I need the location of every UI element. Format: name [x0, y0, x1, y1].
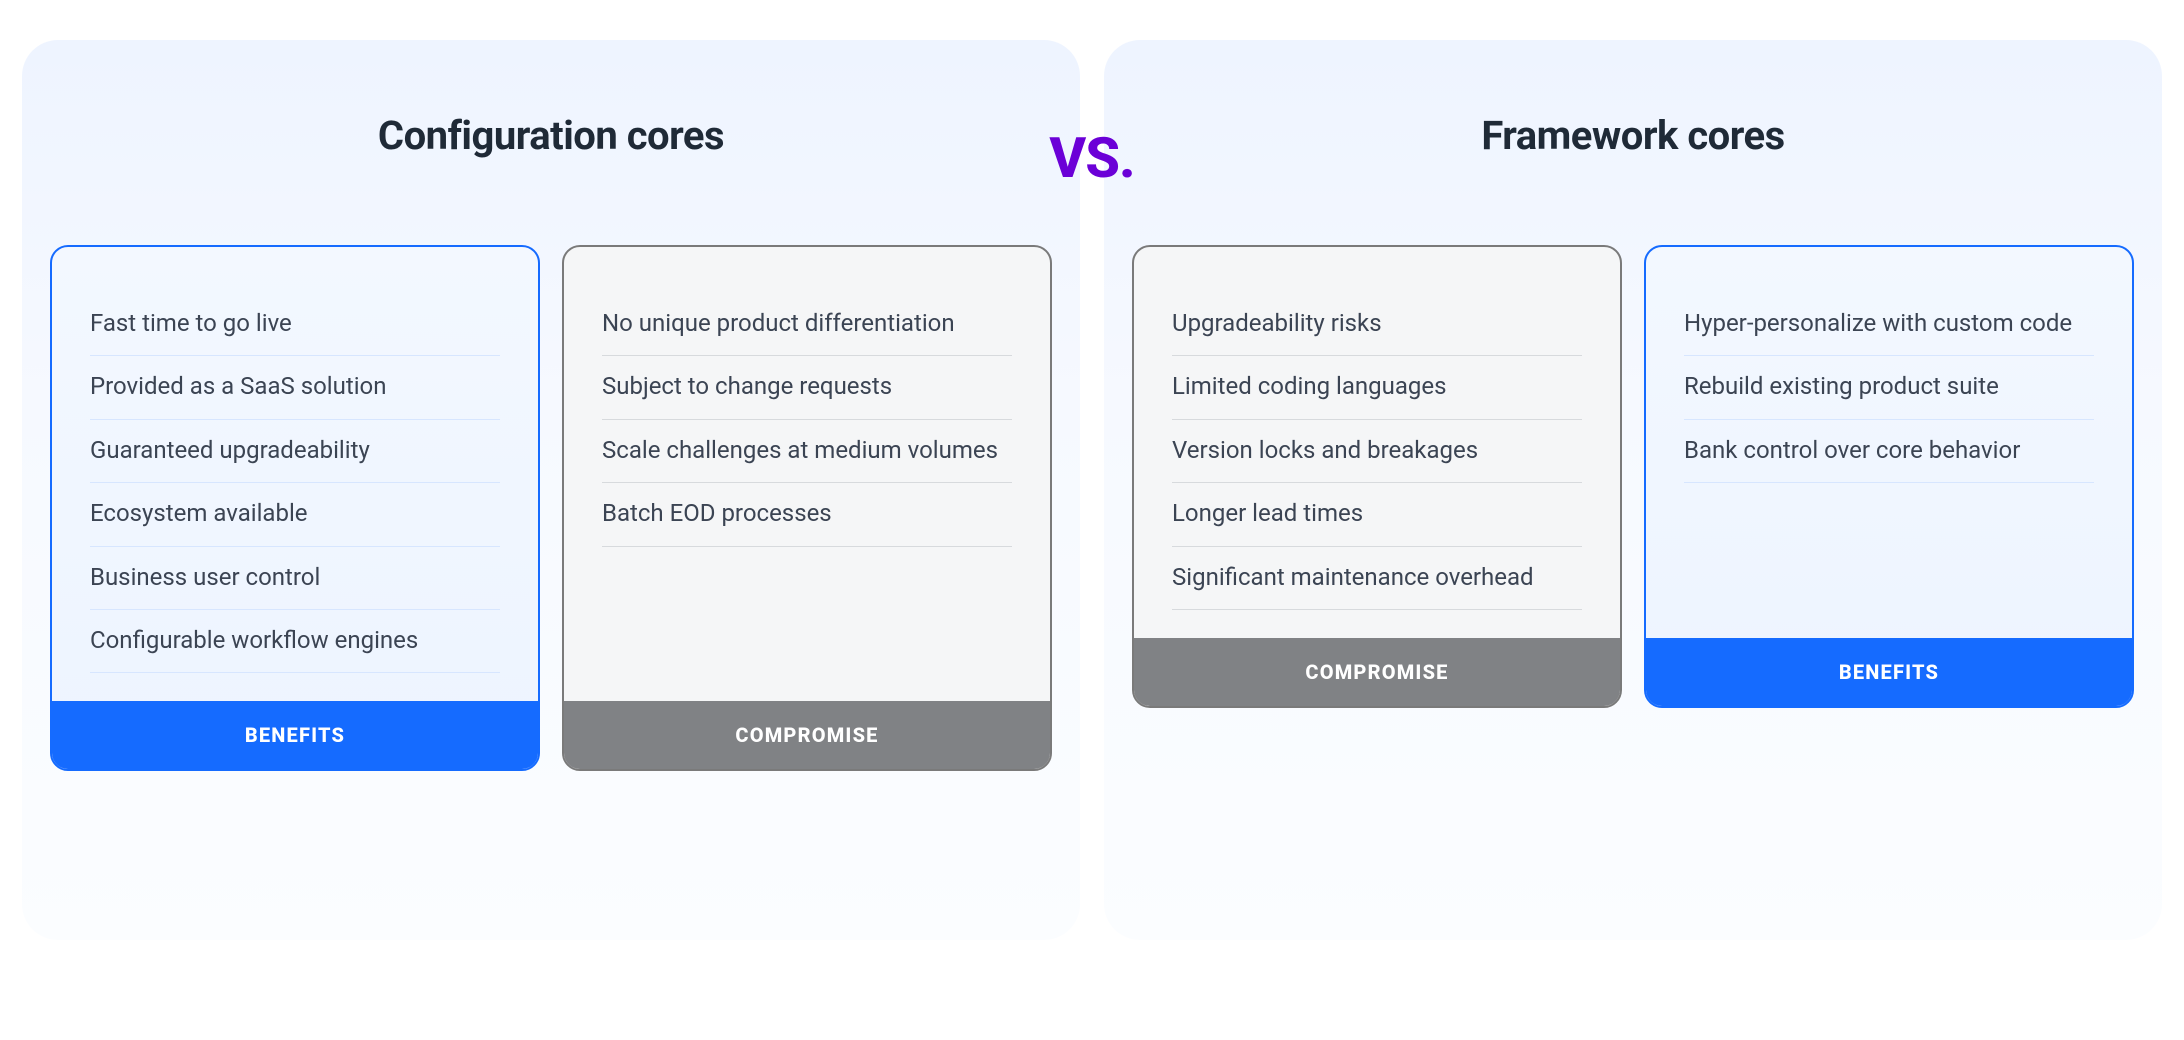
- list-item: Provided as a SaaS solution: [90, 356, 500, 419]
- list-item: Significant maintenance overhead: [1172, 547, 1582, 610]
- panel-configuration-cores: Configuration cores Fast time to go live…: [22, 40, 1080, 940]
- card-right-compromise: Upgradeability risksLimited coding langu…: [1132, 245, 1622, 708]
- list-item: Configurable workflow engines: [90, 610, 500, 673]
- list-item: Version locks and breakages: [1172, 420, 1582, 483]
- card-body: Hyper-personalize with custom codeRebuil…: [1646, 247, 2132, 638]
- card-body: Upgradeability risksLimited coding langu…: [1134, 247, 1620, 638]
- list-item: Bank control over core behavior: [1684, 420, 2094, 483]
- list-item: Business user control: [90, 547, 500, 610]
- card-left-compromise: No unique product differentiationSubject…: [562, 245, 1052, 771]
- card-body: No unique product differentiationSubject…: [564, 247, 1050, 701]
- footer-compromise: COMPROMISE: [1134, 638, 1620, 706]
- list-item: Upgradeability risks: [1172, 293, 1582, 356]
- list-item: Scale challenges at medium volumes: [602, 420, 1012, 483]
- list-item: Limited coding languages: [1172, 356, 1582, 419]
- panel-title-left: Configuration cores: [50, 112, 1052, 159]
- list-item: Subject to change requests: [602, 356, 1012, 419]
- panel-framework-cores: Framework cores Upgradeability risksLimi…: [1104, 40, 2162, 940]
- list-item: Batch EOD processes: [602, 483, 1012, 546]
- card-left-benefits: Fast time to go liveProvided as a SaaS s…: [50, 245, 540, 771]
- list-item: Longer lead times: [1172, 483, 1582, 546]
- list-item: Hyper-personalize with custom code: [1684, 293, 2094, 356]
- list-item: Fast time to go live: [90, 293, 500, 356]
- list-item: No unique product differentiation: [602, 293, 1012, 356]
- panel-title-right: Framework cores: [1132, 112, 2134, 159]
- footer-benefits: BENEFITS: [1646, 638, 2132, 706]
- list-item: Ecosystem available: [90, 483, 500, 546]
- card-right-benefits: Hyper-personalize with custom codeRebuil…: [1644, 245, 2134, 708]
- list-item: Rebuild existing product suite: [1684, 356, 2094, 419]
- card-body: Fast time to go liveProvided as a SaaS s…: [52, 247, 538, 701]
- footer-compromise: COMPROMISE: [564, 701, 1050, 769]
- footer-benefits: BENEFITS: [52, 701, 538, 769]
- list-item: Guaranteed upgradeability: [90, 420, 500, 483]
